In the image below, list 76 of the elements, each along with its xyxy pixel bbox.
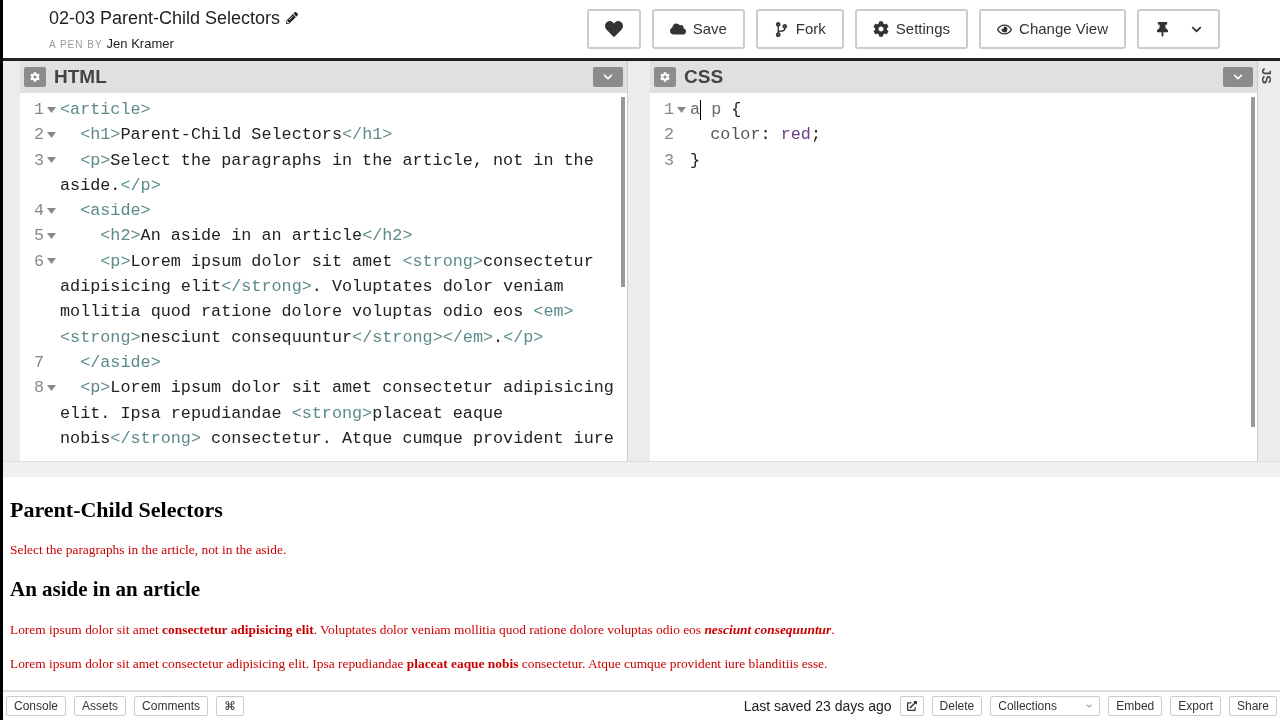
heart-icon (604, 20, 623, 38)
preview-paragraph: Lorem ipsum dolor sit amet consectetur adipisicing elit. Ipsa repudiandae placeat eaque nobis consectetur. Atque cumque provident iure blanditiis esse. (10, 654, 829, 673)
code-line: a p { (690, 98, 743, 122)
fold-icon[interactable] (46, 131, 56, 138)
fold-icon[interactable] (46, 157, 56, 164)
pencil-icon[interactable] (286, 12, 299, 25)
code-line: } (690, 149, 702, 172)
fork-icon (773, 21, 789, 37)
settings-icon[interactable] (654, 67, 676, 87)
code-line: aside.</p> (60, 174, 162, 197)
code-line: <strong>nesciunt consequuntur</strong></em>.</p> (60, 326, 545, 349)
collections-select[interactable]: Collections (990, 696, 1101, 716)
caret-icon (1086, 703, 1093, 709)
pin-icon (1155, 21, 1170, 37)
code-line: mollitia quod ratione dolore voluptas odio eos <em> (60, 301, 575, 324)
js-tab[interactable]: JS (1262, 68, 1276, 84)
byline-label: A PEN BY (49, 37, 103, 52)
preview-paragraph: Lorem ipsum dolor sit amet consectetur adipisicing elit. Voluptates dolor veniam mollitia quod ratione dolore voluptas odio eos nesciunt consequuntur. (10, 620, 836, 639)
footer-button[interactable]: Assets (74, 696, 127, 716)
line-number: 5 (33, 225, 44, 248)
settings-icon[interactable] (24, 67, 46, 87)
preview-heading: Parent-Child Selectors (10, 496, 224, 524)
like-button[interactable] (586, 9, 641, 49)
code-line: color: red; (709, 124, 822, 147)
footer-button[interactable]: Export (1170, 696, 1221, 716)
footer-button[interactable]: Console (6, 696, 67, 716)
toolbar-button[interactable]: Fork (755, 9, 844, 49)
line-number: 1 (33, 99, 44, 121)
toolbar-button[interactable]: Save (651, 9, 745, 49)
line-number: 3 (663, 149, 674, 172)
toolbar-button[interactable]: Change View (979, 9, 1126, 49)
line-number: 7 (33, 351, 44, 374)
code-line: <h2>An aside in an article</h2> (99, 225, 414, 248)
fold-icon[interactable] (46, 384, 56, 391)
cloud-icon (669, 21, 686, 37)
fold-icon[interactable] (46, 258, 56, 265)
collapse-icon[interactable] (1223, 67, 1253, 87)
code-line: <p>Lorem ipsum dolor sit amet consectetur adipisicing (79, 377, 615, 400)
footer-button[interactable]: ⌘ (216, 696, 245, 716)
line-number: 2 (663, 124, 674, 147)
line-number: 2 (33, 124, 44, 147)
toolbar-button[interactable]: Settings (854, 9, 969, 49)
code-line: elit. Ipsa repudiandae <strong>placeat eaque (60, 402, 505, 425)
fold-icon[interactable] (46, 233, 56, 239)
line-number: 3 (33, 149, 44, 172)
code-line: </aside> (79, 351, 162, 374)
settings-icon (872, 21, 889, 37)
code-line: adipisicing elit</strong>. Voluptates dolor veniam (60, 276, 565, 299)
code-line: <p>Lorem ipsum dolor sit amet <strong>consectetur (99, 250, 595, 273)
line-number: 8 (33, 377, 44, 400)
code-line: <aside> (79, 200, 152, 223)
preview-subheading: An aside in an article (10, 576, 202, 604)
open-external-button[interactable] (899, 696, 924, 716)
fold-icon[interactable] (46, 106, 56, 113)
collapse-icon[interactable] (593, 67, 623, 87)
code-line: nobis</strong> consectetur. Atque cumque provident iure (60, 427, 615, 450)
line-number: 6 (33, 250, 44, 273)
code-line: <h1>Parent-Child Selectors</h1> (79, 124, 394, 147)
footer-button[interactable]: Delete (931, 696, 983, 716)
code-line: <p>Select the paragraphs in the article, not in the (79, 149, 595, 172)
footer-button[interactable]: Share (1228, 696, 1277, 716)
last-saved-text: Last saved 23 days ago (743, 696, 892, 716)
code-line: <article> (60, 99, 152, 121)
pen-title: 02-03 Parent-Child Selectors (49, 6, 281, 30)
panel-title: CSS (684, 64, 725, 89)
external-link-icon (906, 701, 917, 711)
fold-icon[interactable] (46, 207, 56, 214)
panel-title: HTML (54, 64, 108, 89)
preview-paragraph: Select the paragraphs in the article, not in the aside. (10, 541, 288, 559)
line-number: 4 (33, 200, 44, 223)
author-link[interactable]: Jen Kramer (106, 33, 174, 54)
footer-button[interactable]: Embed (1108, 696, 1163, 716)
line-number: 1 (663, 99, 674, 121)
fold-icon[interactable] (676, 106, 686, 113)
footer-button[interactable]: Comments (134, 696, 209, 716)
pin-menu-button[interactable] (1137, 9, 1220, 49)
